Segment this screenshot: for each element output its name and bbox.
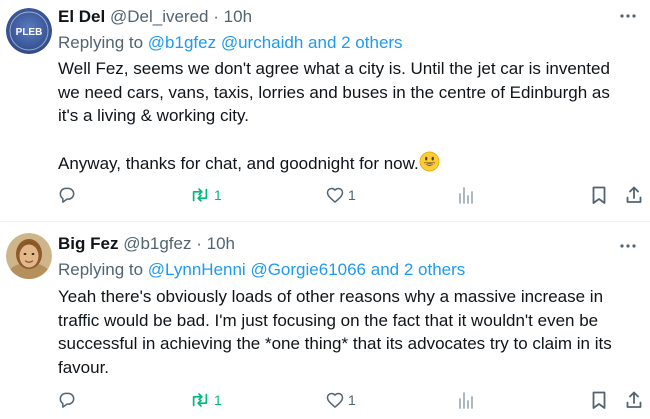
tweet-actions: 1 1 xyxy=(0,180,650,210)
tweet-text-line: traffic would be bad. I'm just focusing … xyxy=(58,310,599,330)
tweet-text-line: Yeah there's obviously loads of other re… xyxy=(58,287,604,306)
user-handle[interactable]: @b1gfez xyxy=(123,234,191,253)
display-name[interactable]: Big Fez xyxy=(58,234,118,253)
reply-icon xyxy=(59,187,75,203)
separator-dot: · xyxy=(213,7,219,26)
tweet-text-line: it's a living & working city. xyxy=(58,106,249,125)
tweet-text-line: we need cars, vans, taxis, lorries and b… xyxy=(58,82,610,102)
grinning-emoji xyxy=(419,151,440,172)
bookmark-icon xyxy=(592,186,606,204)
retweet-icon xyxy=(192,188,208,202)
avatar[interactable]: PLEB xyxy=(6,8,52,54)
views-icon xyxy=(459,392,473,409)
others-link[interactable]: and 2 others xyxy=(371,260,466,279)
avatar[interactable] xyxy=(6,233,52,279)
like-icon xyxy=(326,392,344,408)
timestamp[interactable]: 10h xyxy=(224,7,252,26)
bookmark-button[interactable] xyxy=(590,385,608,415)
others-link[interactable]: and 2 others xyxy=(308,33,403,52)
retweet-count: 1 xyxy=(214,392,222,408)
replying-prefix: Replying to xyxy=(58,33,144,52)
tweet-text: Yeah there's obviously loads of other re… xyxy=(58,285,638,379)
replying-to: Replying to @b1gfez @urchaidh and 2 othe… xyxy=(58,33,403,53)
tweet-text-blank xyxy=(58,128,638,152)
more-options-button[interactable] xyxy=(614,6,642,26)
mention-link[interactable]: @LynnHenni xyxy=(148,260,246,279)
replying-prefix: Replying to xyxy=(58,260,144,279)
mention-link[interactable]: @Gorgie61066 xyxy=(250,260,366,279)
share-button[interactable] xyxy=(624,180,644,210)
svg-text:PLEB: PLEB xyxy=(16,27,43,38)
bookmark-icon xyxy=(592,391,606,409)
user-avatar-image xyxy=(6,233,52,279)
retweet-button[interactable]: 1 xyxy=(189,385,222,415)
like-icon xyxy=(326,187,344,203)
reply-icon xyxy=(59,392,75,408)
like-count: 1 xyxy=(348,187,356,203)
views-button[interactable] xyxy=(457,385,475,415)
separator-dot: · xyxy=(196,234,202,253)
share-icon xyxy=(626,391,642,408)
tweet-actions: 1 1 xyxy=(0,385,650,415)
tweet-text-line: Well Fez, seems we don't agree what a ci… xyxy=(58,59,610,78)
tweet-text-line: Anyway, thanks for chat, and goodnight f… xyxy=(58,151,638,176)
tweet-header: Big Fez @b1gfez · 10h xyxy=(58,234,235,254)
tweet-text: Well Fez, seems we don't agree what a ci… xyxy=(58,57,638,176)
more-icon xyxy=(620,244,636,248)
retweet-count: 1 xyxy=(214,187,222,203)
replying-to: Replying to @LynnHenni @Gorgie61066 and … xyxy=(58,260,465,280)
reply-button[interactable] xyxy=(57,180,77,210)
like-count: 1 xyxy=(348,392,356,408)
user-handle[interactable]: @Del_ivered xyxy=(110,7,209,26)
views-button[interactable] xyxy=(457,180,475,210)
timestamp[interactable]: 10h xyxy=(207,234,235,253)
display-name[interactable]: El Del xyxy=(58,7,105,26)
tweet[interactable]: Big Fez @b1gfez · 10h Replying to @LynnH… xyxy=(0,222,650,419)
pleb-avatar-image: PLEB xyxy=(6,8,52,54)
mention-link[interactable]: @urchaidh xyxy=(221,33,303,52)
mention-link[interactable]: @b1gfez xyxy=(148,33,216,52)
tweet[interactable]: PLEB El Del @Del_ivered · 10h Replying t… xyxy=(0,0,650,222)
like-button[interactable]: 1 xyxy=(325,385,356,415)
share-button[interactable] xyxy=(624,385,644,415)
like-button[interactable]: 1 xyxy=(325,180,356,210)
bookmark-button[interactable] xyxy=(590,180,608,210)
retweet-button[interactable]: 1 xyxy=(189,180,222,210)
retweet-icon xyxy=(192,393,208,407)
views-icon xyxy=(459,187,473,204)
tweet-text-line: successful in achieving the *one thing* … xyxy=(58,334,612,353)
tweet-header: El Del @Del_ivered · 10h xyxy=(58,7,252,27)
reply-button[interactable] xyxy=(57,385,77,415)
tweet-text-line: favour. xyxy=(58,357,110,377)
share-icon xyxy=(626,186,642,203)
more-options-button[interactable] xyxy=(614,236,642,256)
more-icon xyxy=(620,14,636,18)
